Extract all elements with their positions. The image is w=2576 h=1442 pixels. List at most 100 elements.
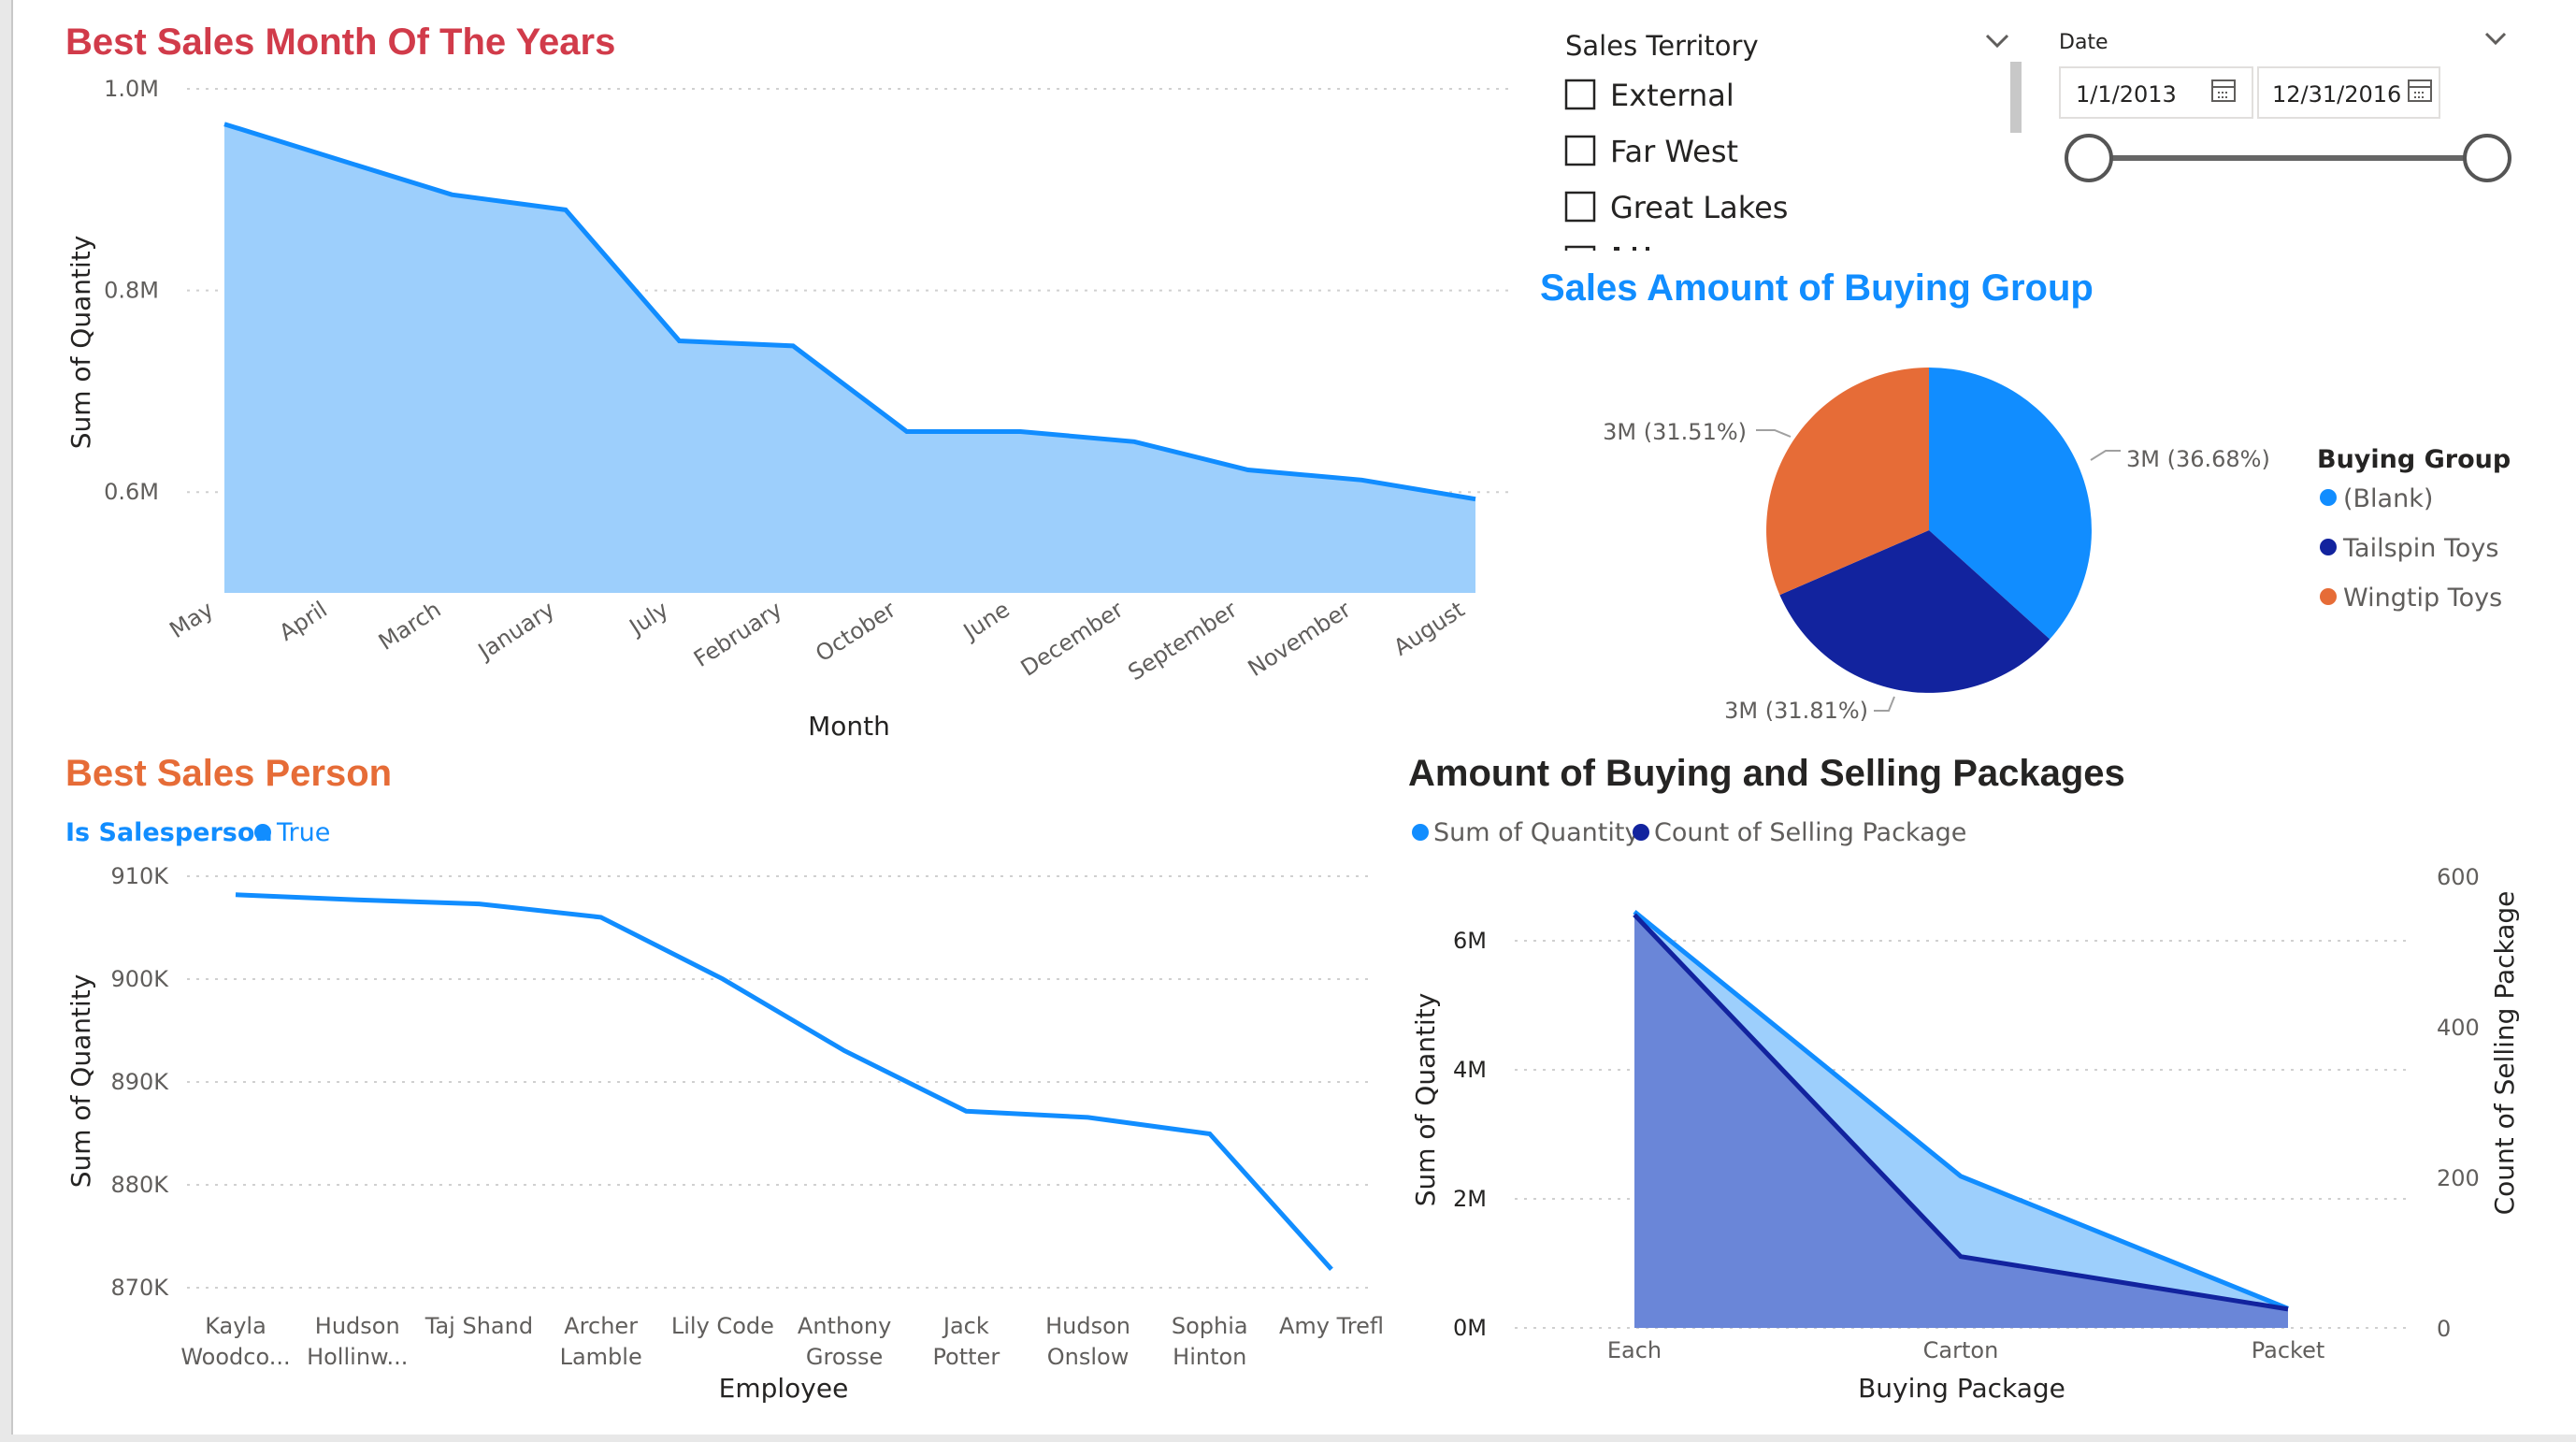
salesperson-legend-marker bbox=[254, 824, 271, 841]
months-x-tick: July bbox=[624, 597, 673, 642]
chevron-down-icon[interactable] bbox=[2484, 32, 2507, 46]
packages-y-tick-right: 0 bbox=[2437, 1316, 2451, 1342]
date-slider-end-handle[interactable] bbox=[2463, 134, 2511, 182]
packages-y-tick-right: 600 bbox=[2437, 864, 2480, 890]
packages-y-tick-left: 2M bbox=[1453, 1186, 1487, 1212]
salesperson-y-tick: 900K bbox=[110, 966, 169, 992]
salesperson-x-tick-line2: Lamble bbox=[560, 1344, 642, 1370]
packages-legend-item-count[interactable]: Count of Selling Package bbox=[1654, 818, 1966, 847]
months-y-tick: 0.8M bbox=[104, 278, 159, 304]
packages-y-axis-left: 6M 4M 2M 0M bbox=[1453, 928, 1487, 1341]
months-x-tick: August bbox=[1389, 597, 1470, 661]
territory-scrollbar[interactable] bbox=[2010, 62, 2022, 133]
date-end-field[interactable]: 12/31/2016 bbox=[2257, 66, 2440, 119]
salesperson-x-tick: Hudson bbox=[315, 1313, 400, 1339]
salesperson-x-axis-title: Employee bbox=[719, 1373, 849, 1404]
salesperson-x-tick: Jack bbox=[942, 1313, 989, 1339]
packages-area-count[interactable] bbox=[1634, 915, 2288, 1328]
months-x-tick: March bbox=[374, 597, 446, 656]
pie-slices[interactable] bbox=[1766, 368, 2092, 693]
salesperson-x-tick-line2: Grosse bbox=[806, 1344, 883, 1370]
months-y-axis-title: Sum of Quantity bbox=[65, 236, 96, 450]
salesperson-x-tick: Sophia bbox=[1172, 1313, 1248, 1339]
salesperson-line[interactable] bbox=[235, 892, 1333, 1271]
packages-y-axis-right: 600 400 200 0 bbox=[2437, 864, 2480, 1342]
salesperson-y-axis-title: Sum of Quantity bbox=[65, 974, 96, 1189]
territory-slicer[interactable]: Sales Territory External Far West Great … bbox=[1564, 30, 2022, 251]
buying-group-legend[interactable]: (Blank) Tailspin Toys Wingtip Toys bbox=[2320, 484, 2502, 613]
territory-item-label: Far West bbox=[1610, 134, 1738, 169]
date-slicer[interactable]: Date 1/1/2013 12/31/2016 bbox=[2059, 31, 2511, 182]
territory-item-great-lakes[interactable]: Great Lakes bbox=[1564, 190, 1788, 225]
packages-x-axis: Each Carton Packet bbox=[1607, 1337, 2324, 1363]
salesperson-x-tick-line2: Woodco... bbox=[180, 1344, 290, 1370]
checkbox-icon[interactable] bbox=[1564, 79, 1596, 110]
pie-legend-item[interactable]: (Blank) bbox=[2343, 484, 2433, 513]
pie-legend-item[interactable]: Tailspin Toys bbox=[2342, 534, 2498, 563]
territory-item-label: Great Lakes bbox=[1610, 190, 1788, 225]
pie-leader-line bbox=[1874, 696, 1895, 712]
salesperson-x-tick: Hudson bbox=[1045, 1313, 1130, 1339]
checkbox-icon[interactable] bbox=[1564, 191, 1596, 223]
months-chart[interactable]: Best Sales Month Of The Years 0.6M 0.8M 1.… bbox=[65, 22, 1515, 742]
dashboard-canvas: Best Sales Month Of The Years 0.6M 0.8M 1.… bbox=[65, 22, 2520, 1404]
months-x-tick: October bbox=[811, 596, 900, 667]
months-x-tick: April bbox=[275, 597, 332, 646]
salesperson-x-tick: Taj Shand bbox=[425, 1313, 533, 1339]
pie-data-label: 3M (31.81%) bbox=[1724, 698, 1868, 724]
pie-data-label: 3M (36.68%) bbox=[2126, 446, 2270, 472]
months-x-axis-title: Month bbox=[808, 711, 890, 742]
months-x-tick: February bbox=[689, 597, 786, 672]
salesperson-y-tick: 870K bbox=[110, 1275, 169, 1301]
packages-y-tick-left: 0M bbox=[1453, 1315, 1487, 1341]
packages-y-tick-left: 4M bbox=[1453, 1057, 1487, 1083]
pie-legend-marker bbox=[2320, 588, 2337, 605]
date-end-value: 12/31/2016 bbox=[2272, 81, 2401, 108]
months-x-tick: May bbox=[165, 597, 218, 644]
territory-slicer-title: Sales Territory bbox=[1565, 30, 1759, 62]
packages-chart[interactable]: Amount of Buying and Selling Packages Su… bbox=[1408, 753, 2520, 1404]
salesperson-x-axis: Kayla Woodco... Hudson Hollinw... Taj Shand A… bbox=[180, 1313, 1384, 1370]
salesperson-legend-item[interactable]: True bbox=[276, 818, 330, 847]
months-x-tick: January bbox=[472, 597, 559, 666]
salesperson-x-tick: Anthony bbox=[798, 1313, 891, 1339]
territory-item-far-west[interactable]: Far West bbox=[1564, 134, 1738, 169]
packages-x-tick: Packet bbox=[2252, 1337, 2325, 1363]
salesperson-x-tick: Archer bbox=[564, 1313, 638, 1339]
packages-y-tick-right: 200 bbox=[2437, 1165, 2480, 1191]
buying-group-chart[interactable]: Sales Amount of Buying Group 3M (36.68%)… bbox=[1540, 267, 2511, 724]
salesperson-x-tick: Kayla bbox=[205, 1313, 266, 1339]
date-start-field[interactable]: 1/1/2013 bbox=[2059, 66, 2253, 119]
salesperson-x-tick: Lily Code bbox=[671, 1313, 774, 1339]
packages-legend-item-quantity[interactable]: Sum of Quantity bbox=[1433, 818, 1639, 847]
packages-legend-marker-count bbox=[1633, 824, 1649, 841]
salesperson-legend-title: Is Salesperson bbox=[65, 818, 273, 847]
salesperson-y-tick: 910K bbox=[110, 863, 169, 889]
months-x-tick: September bbox=[1123, 596, 1242, 685]
salesperson-chart[interactable]: Best Sales Person Is Salesperson True 91… bbox=[65, 753, 1384, 1404]
packages-y-tick-left: 6M bbox=[1453, 928, 1487, 954]
chevron-down-icon[interactable] bbox=[1985, 34, 2009, 49]
months-x-tick: June bbox=[957, 597, 1015, 646]
checkbox-icon[interactable] bbox=[1564, 135, 1596, 166]
salesperson-y-tick: 890K bbox=[110, 1069, 169, 1095]
territory-item-external[interactable]: External bbox=[1564, 78, 1734, 113]
date-slider-start-handle[interactable] bbox=[2065, 134, 2113, 182]
pie-legend-item[interactable]: Wingtip Toys bbox=[2343, 584, 2502, 613]
months-x-tick: December bbox=[1016, 596, 1129, 681]
salesperson-x-tick-line2: Potter bbox=[932, 1344, 1000, 1370]
date-start-value: 1/1/2013 bbox=[2076, 81, 2177, 108]
pie-leader-line bbox=[1756, 429, 1792, 438]
packages-x-tick: Each bbox=[1607, 1337, 1662, 1363]
salesperson-gridlines bbox=[187, 875, 1374, 1289]
salesperson-x-tick-line2: Hollinw... bbox=[307, 1344, 408, 1370]
date-slicer-title: Date bbox=[2059, 31, 2108, 54]
pie-legend-marker bbox=[2320, 489, 2337, 506]
months-y-tick: 0.6M bbox=[104, 479, 159, 505]
months-y-axis: 0.6M 0.8M 1.0M bbox=[104, 76, 159, 505]
packages-y-tick-right: 400 bbox=[2437, 1015, 2480, 1041]
salesperson-x-tick-line2: Hinton bbox=[1173, 1344, 1246, 1370]
territory-item-label: External bbox=[1610, 78, 1734, 113]
months-area[interactable] bbox=[224, 123, 1475, 593]
packages-legend-marker-quantity bbox=[1412, 824, 1429, 841]
